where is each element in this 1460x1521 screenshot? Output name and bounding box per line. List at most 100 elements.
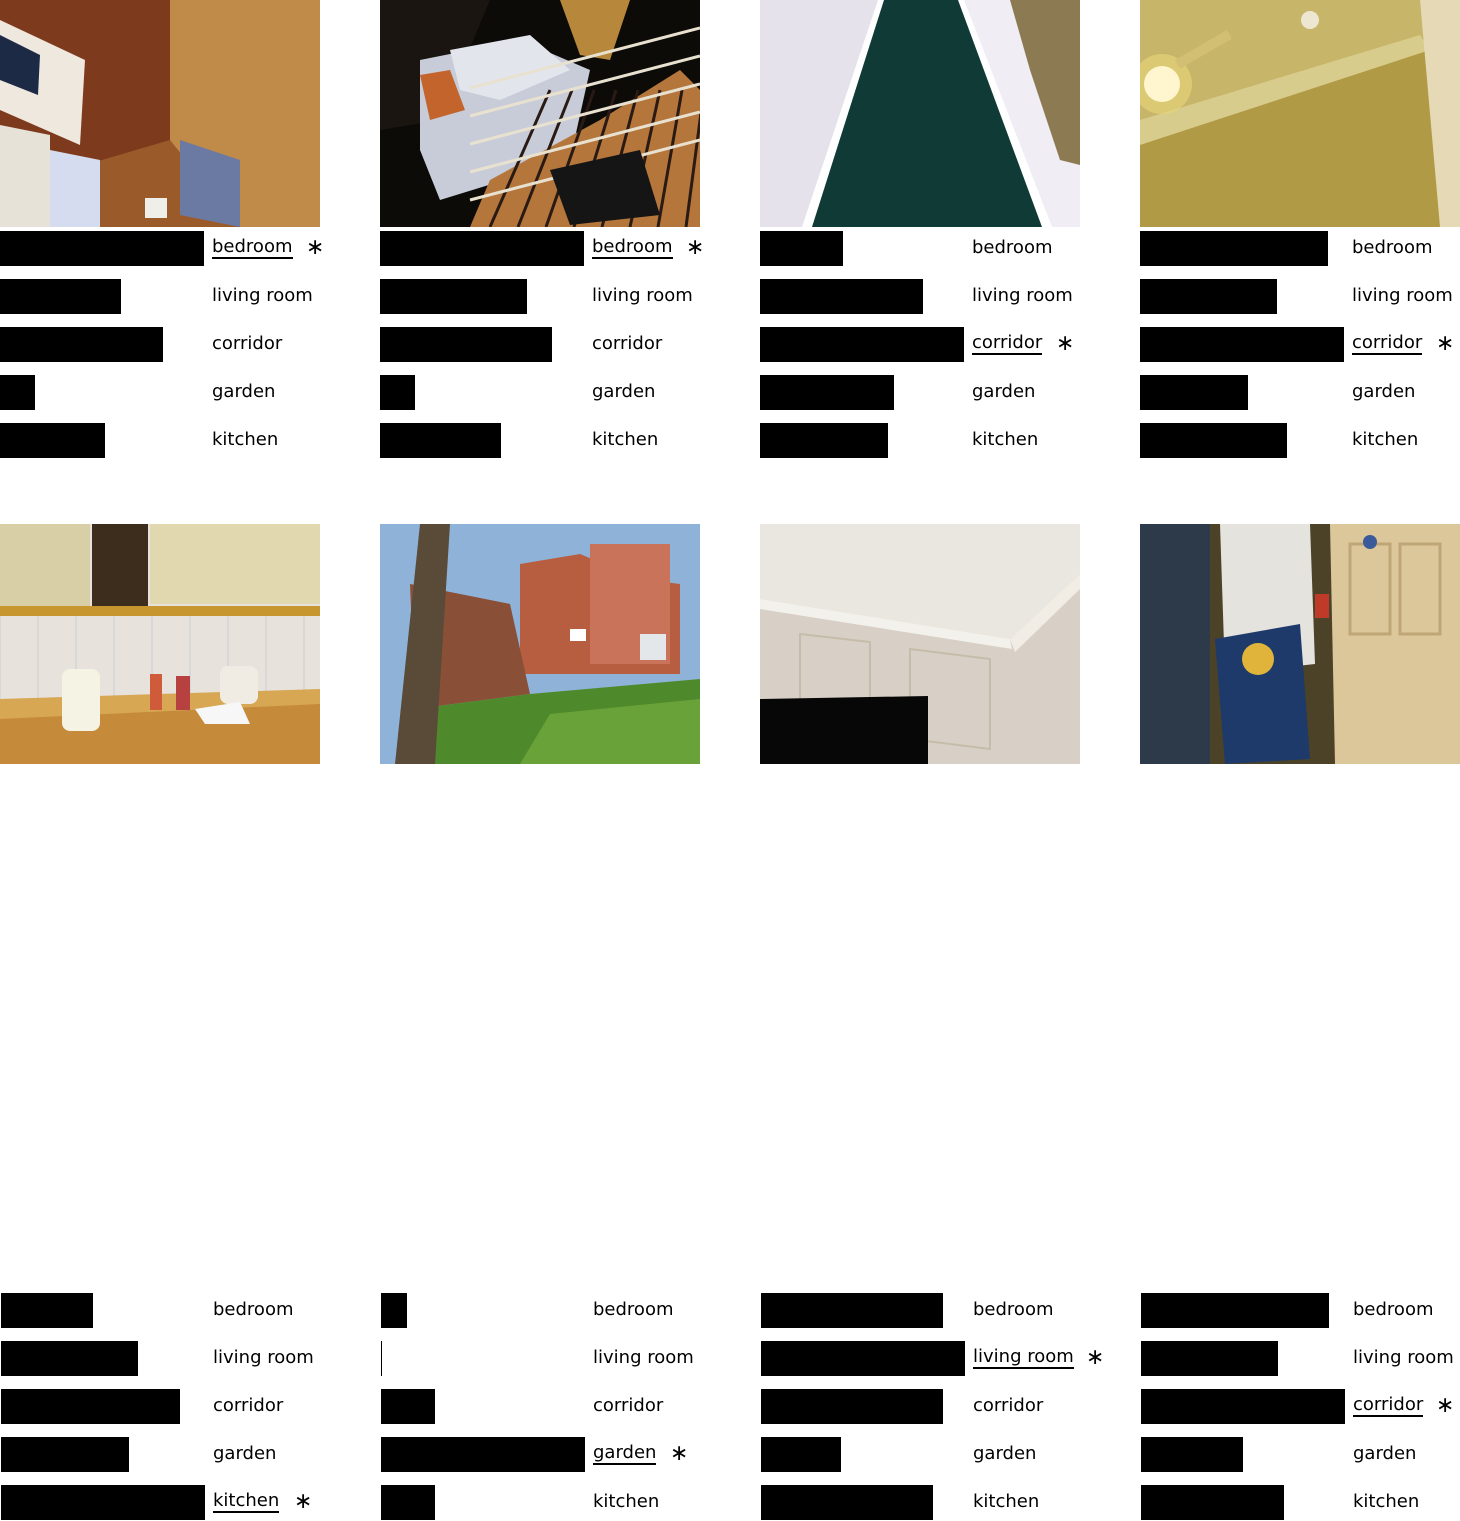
- prediction-marker: ∗: [1086, 1345, 1105, 1370]
- score-bar: [761, 1389, 943, 1424]
- score-row: living room: [760, 279, 1080, 315]
- score-row: living room: [0, 1341, 320, 1377]
- score-row: corridor ∗: [1140, 327, 1460, 363]
- score-bar: [760, 327, 964, 362]
- score-row: garden: [1140, 375, 1460, 411]
- category-label: bedroom: [1353, 1299, 1434, 1320]
- score-bar: [1141, 1437, 1243, 1472]
- prediction-marker: ∗: [1436, 331, 1455, 356]
- score-bar: [761, 1437, 841, 1472]
- score-row: bedroom: [1140, 231, 1460, 267]
- score-bar: [1, 1437, 129, 1472]
- score-bar: [1140, 423, 1287, 458]
- category-label: kitchen: [972, 429, 1039, 450]
- score-bar: [1140, 279, 1277, 314]
- score-row: living room: [380, 1341, 700, 1377]
- score-row: kitchen: [760, 423, 1080, 459]
- score-row: kitchen: [1140, 1485, 1460, 1521]
- score-bar: [760, 279, 923, 314]
- score-row: corridor ∗: [760, 327, 1080, 363]
- score-row: garden: [0, 1437, 320, 1473]
- score-row: bedroom ∗: [0, 231, 324, 267]
- score-bar: [380, 423, 501, 458]
- score-bar: [1140, 375, 1248, 410]
- category-label: bedroom: [973, 1299, 1054, 1320]
- score-row: kitchen: [1140, 423, 1460, 459]
- score-bar: [381, 1485, 435, 1520]
- scene-photo: [760, 0, 1080, 227]
- score-row: living room ∗: [760, 1341, 1104, 1377]
- score-bar: [1141, 1485, 1284, 1520]
- score-row: corridor: [380, 1389, 700, 1425]
- score-row: bedroom ∗: [380, 231, 704, 267]
- score-bar: [1141, 1389, 1345, 1424]
- score-row: bedroom: [0, 1293, 320, 1329]
- score-bar: [0, 423, 105, 458]
- score-row: living room: [1140, 1341, 1460, 1377]
- score-row: bedroom: [1140, 1293, 1460, 1329]
- score-bar: [1141, 1293, 1329, 1328]
- score-bar: [381, 1341, 382, 1376]
- score-bar: [380, 231, 584, 266]
- category-label: garden: [213, 1443, 277, 1464]
- category-label: corridor: [973, 1395, 1044, 1416]
- category-label: living room: [972, 285, 1073, 306]
- score-row: garden: [0, 375, 320, 411]
- score-bar: [381, 1293, 407, 1328]
- prediction-marker: ∗: [294, 1489, 313, 1514]
- scene-photo: [0, 524, 320, 764]
- score-bar: [1, 1293, 93, 1328]
- prediction-marker: ∗: [306, 235, 325, 260]
- category-label: kitchen: [593, 1491, 660, 1512]
- category-label: garden: [592, 381, 656, 402]
- category-label: kitchen: [592, 429, 659, 450]
- score-bar: [0, 327, 163, 362]
- score-row: garden: [760, 1437, 1080, 1473]
- category-label: corridor: [972, 332, 1043, 355]
- score-bar: [1141, 1341, 1278, 1376]
- score-row: corridor: [760, 1389, 1080, 1425]
- score-row: kitchen ∗: [0, 1485, 320, 1521]
- category-label: corridor: [213, 1395, 284, 1416]
- score-bar: [761, 1293, 943, 1328]
- prediction-marker: ∗: [670, 1441, 689, 1466]
- score-row: corridor ∗: [1140, 1389, 1460, 1425]
- category-label: kitchen: [973, 1491, 1040, 1512]
- category-label: bedroom: [212, 236, 293, 259]
- category-label: bedroom: [213, 1299, 294, 1320]
- score-row: kitchen: [380, 423, 700, 459]
- category-label: garden: [593, 1442, 657, 1465]
- category-label: garden: [212, 381, 276, 402]
- score-row: bedroom: [380, 1293, 700, 1329]
- category-label: corridor: [593, 1395, 664, 1416]
- scene-photo: [380, 524, 700, 764]
- score-bar: [381, 1389, 435, 1424]
- score-row: corridor: [0, 327, 320, 363]
- score-row: garden: [760, 375, 1080, 411]
- score-bar: [760, 231, 843, 266]
- score-row: garden ∗: [380, 1437, 700, 1473]
- category-label: bedroom: [1352, 237, 1433, 258]
- category-label: garden: [973, 1443, 1037, 1464]
- scene-photo: [760, 524, 1080, 764]
- score-row: kitchen: [380, 1485, 700, 1521]
- score-bar: [760, 375, 894, 410]
- category-label: corridor: [212, 333, 283, 354]
- score-bar: [380, 375, 415, 410]
- category-label: kitchen: [213, 1490, 280, 1513]
- score-bar: [0, 231, 204, 266]
- category-label: corridor: [1352, 332, 1423, 355]
- score-bar: [1140, 327, 1344, 362]
- score-bar: [381, 1437, 585, 1472]
- category-label: living room: [213, 1347, 314, 1368]
- prediction-marker: ∗: [1056, 331, 1075, 356]
- category-label: kitchen: [212, 429, 279, 450]
- score-bar: [761, 1485, 933, 1520]
- score-bar: [1, 1485, 205, 1520]
- score-row: living room: [0, 279, 320, 315]
- score-row: living room: [1140, 279, 1460, 315]
- category-label: corridor: [1353, 1394, 1424, 1417]
- score-row: kitchen: [760, 1485, 1080, 1521]
- scene-photo: [1140, 524, 1460, 764]
- score-row: garden: [1140, 1437, 1460, 1473]
